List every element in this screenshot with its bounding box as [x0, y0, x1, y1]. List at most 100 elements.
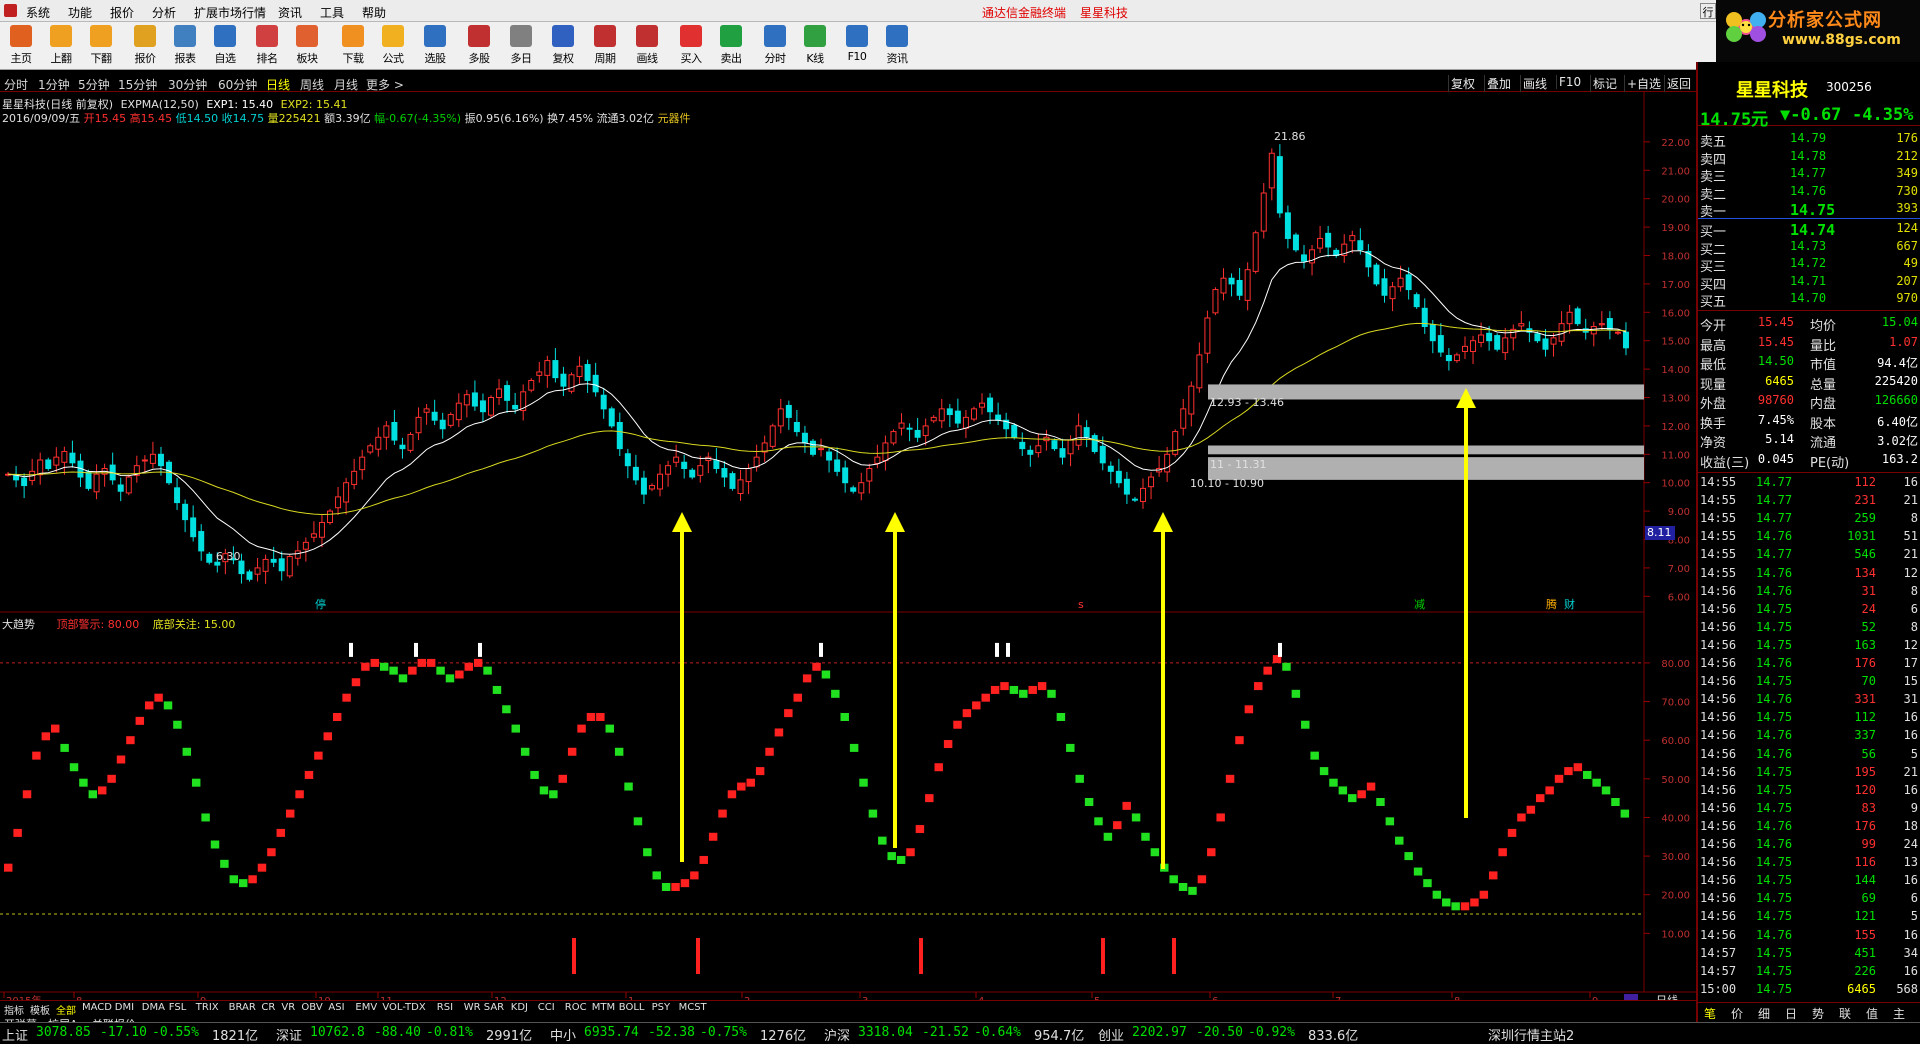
toolbar-blocks-button[interactable]: 板块	[288, 25, 326, 67]
bid-row[interactable]: 买五 14.70 970	[1698, 290, 1920, 310]
indicator-name[interactable]: 大趋势	[2, 618, 35, 631]
chart-tool-4[interactable]: 标记	[1590, 75, 1619, 92]
indicator-tab-psy[interactable]: PSY	[652, 1002, 671, 1013]
indicator-tab-kdj[interactable]: KDJ	[511, 1002, 528, 1013]
period-tab-5[interactable]: 60分钟	[218, 76, 257, 93]
indicator-tab-dma[interactable]: DMA	[142, 1002, 165, 1013]
quote-tab-7[interactable]: 主	[1893, 1005, 1905, 1022]
indicator-tab-dmi[interactable]: DMI	[115, 1002, 134, 1013]
period-tab-9[interactable]: 更多 >	[366, 76, 404, 93]
quote-tab-6[interactable]: 值	[1866, 1005, 1878, 1022]
toolbar-table-button[interactable]: 报表	[166, 25, 204, 67]
toolbar-f10-button[interactable]: F10	[838, 25, 876, 67]
period-tab-4[interactable]: 30分钟	[168, 76, 207, 93]
menu-tools[interactable]: 工具	[320, 4, 344, 21]
chart-tool-0[interactable]: 复权	[1448, 75, 1477, 92]
indicator-tab-wr[interactable]: WR	[464, 1002, 481, 1013]
indicator-tab-vol-tdx[interactable]: VOL-TDX	[382, 1002, 425, 1013]
quote-tab-4[interactable]: 势	[1812, 1005, 1824, 1022]
indicator-tab-sar[interactable]: SAR	[484, 1002, 504, 1013]
toolbar-up-arrow-button[interactable]: 上翻	[42, 25, 80, 67]
toolbar-clock-button[interactable]: 多日	[502, 25, 540, 67]
indicator-tab-vr[interactable]: VR	[281, 1002, 295, 1013]
quote-tab-2[interactable]: 细	[1758, 1005, 1770, 1022]
indicator-tab-rsi[interactable]: RSI	[437, 1002, 453, 1013]
sector-label[interactable]: 元器件	[658, 112, 691, 125]
bid-row[interactable]: 买二 14.73 667	[1698, 238, 1920, 258]
toolbar-formula-button[interactable]: 公式	[374, 25, 412, 67]
period-tab-3[interactable]: 15分钟	[118, 76, 157, 93]
index-name[interactable]: 中小	[550, 1025, 576, 1044]
indicator-tab-roc[interactable]: ROC	[565, 1002, 587, 1013]
quote-tab-0[interactable]: 笔	[1704, 1005, 1716, 1022]
toolbar-ranking-button[interactable]: 排名	[248, 25, 286, 67]
menu-analysis[interactable]: 分析	[152, 4, 176, 21]
chart-area[interactable]: 6.00 7.00 8.00 9.00 10.00 11.00 12.00 13.00 14.0…	[0, 92, 1696, 1017]
toolbar-download-button[interactable]: 下载	[334, 25, 372, 67]
indicator-tab-boll[interactable]: BOLL	[619, 1002, 645, 1013]
indicator-tab-obv[interactable]: OBV	[301, 1002, 322, 1013]
menu-help[interactable]: 帮助	[362, 4, 386, 21]
chart-tool-6[interactable]: 返回	[1664, 75, 1693, 92]
ask-row[interactable]: 卖三 14.77 349	[1698, 165, 1920, 185]
indicator-tab-asi[interactable]: ASI	[328, 1002, 344, 1013]
period-tab-2[interactable]: 5分钟	[78, 76, 110, 93]
quote-tab-3[interactable]: 日	[1785, 1005, 1797, 1022]
ask-row[interactable]: 卖五 14.79 176	[1698, 130, 1920, 150]
window-button[interactable]: 行	[1700, 3, 1716, 19]
index-name[interactable]: 深证	[276, 1025, 302, 1044]
indicator-tab-trix[interactable]: TRIX	[196, 1002, 219, 1013]
toolbar-f8-button[interactable]: 周期	[586, 25, 624, 67]
toolbar-restore-button[interactable]: 复权	[544, 25, 582, 67]
chart-tool-5[interactable]: +自选	[1624, 75, 1663, 92]
chart-tool-3[interactable]: F10	[1556, 75, 1583, 89]
toolbar-stock-pick-button[interactable]: 选股	[416, 25, 454, 67]
index-name[interactable]: 沪深	[824, 1025, 850, 1044]
ask-row[interactable]: 卖四 14.78 212	[1698, 148, 1920, 168]
toolbar-sell-button[interactable]: 卖出	[712, 25, 750, 67]
indicator-tab-cci[interactable]: CCI	[538, 1002, 555, 1013]
ask-row[interactable]: 卖二 14.76 730	[1698, 183, 1920, 203]
index-name[interactable]: 上证	[2, 1025, 28, 1044]
toolbar-down-arrow-button[interactable]: 下翻	[82, 25, 120, 67]
period-tab-7[interactable]: 周线	[300, 76, 324, 93]
indicator-tab-mtm[interactable]: MTM	[592, 1002, 615, 1013]
menu-news[interactable]: 资讯	[278, 4, 302, 21]
bid-row[interactable]: 买四 14.71 207	[1698, 273, 1920, 293]
menu-quote[interactable]: 报价	[110, 4, 134, 21]
toolbar-kline-button[interactable]: K线	[796, 25, 834, 67]
indicator-tab-指标[interactable]: 指标	[4, 1002, 24, 1017]
toolbar-f6-button[interactable]: 自选	[206, 25, 244, 67]
toolbar-multi-stock-button[interactable]: 多股	[460, 25, 498, 67]
chart-tool-1[interactable]: 叠加	[1484, 75, 1513, 92]
menu-function[interactable]: 功能	[68, 4, 92, 21]
bid-row[interactable]: 买三 14.72 49	[1698, 255, 1920, 275]
period-tab-6[interactable]: 日线	[266, 76, 290, 93]
period-tab-8[interactable]: 月线	[334, 76, 358, 93]
period-tab-1[interactable]: 1分钟	[38, 76, 70, 93]
indicator-tab-mcst[interactable]: MCST	[679, 1002, 707, 1013]
chart-tool-2[interactable]: 画线	[1520, 75, 1549, 92]
period-tab-0[interactable]: 分时	[4, 76, 28, 93]
indicator-tab-fsl[interactable]: FSL	[169, 1002, 187, 1013]
bid-row[interactable]: 买一 14.74 124	[1698, 220, 1920, 240]
indicator-tab-模板[interactable]: 模板	[30, 1002, 50, 1017]
kline-chart[interactable]: 6.007.008.009.0010.0011.0012.0013.0014.0…	[0, 92, 1696, 1017]
toolbar-draw-line-button[interactable]: 画线	[628, 25, 666, 67]
indicator-tab-cr[interactable]: CR	[261, 1002, 275, 1013]
menu-extended-market[interactable]: 扩展市场行情	[194, 4, 266, 21]
indicator-tab-macd[interactable]: MACD	[82, 1002, 112, 1013]
indicator-tab-全部[interactable]: 全部	[56, 1002, 76, 1017]
toolbar-home-button[interactable]: 主页	[2, 25, 40, 67]
quote-tab-1[interactable]: 价	[1731, 1005, 1743, 1022]
menu-system[interactable]: 系统	[26, 4, 50, 21]
index-name[interactable]: 创业	[1098, 1025, 1124, 1044]
indicator-tab-emv[interactable]: EMV	[355, 1002, 377, 1013]
ask-row[interactable]: 卖一 14.75 393	[1698, 200, 1920, 220]
quote-tab-5[interactable]: 联	[1839, 1005, 1851, 1022]
toolbar-yen-button[interactable]: 报价	[126, 25, 164, 67]
toolbar-buy-button[interactable]: 买入	[672, 25, 710, 67]
server-name[interactable]: 深圳行情主站2	[1488, 1025, 1574, 1044]
indicator-tab-brar[interactable]: BRAR	[229, 1002, 256, 1013]
toolbar-news-button[interactable]: 资讯	[878, 25, 916, 67]
